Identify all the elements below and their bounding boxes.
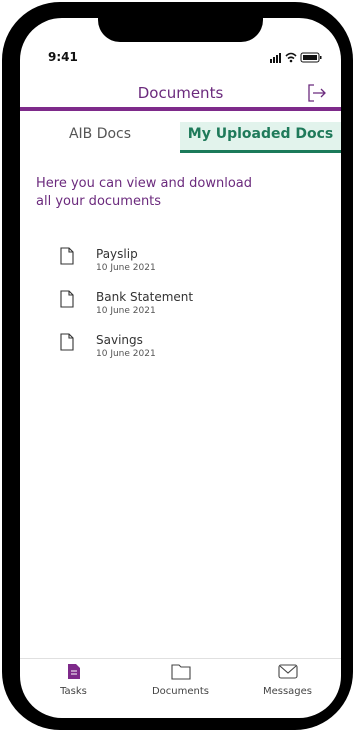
document-date: 10 June 2021 xyxy=(96,306,156,316)
status-icons xyxy=(270,52,322,63)
nav-messages-label: Messages xyxy=(262,686,313,697)
signal-icon xyxy=(270,53,281,63)
battery-icon xyxy=(300,52,322,63)
file-icon xyxy=(60,290,74,308)
document-name: Bank Statement xyxy=(96,290,194,304)
document-date: 10 June 2021 xyxy=(96,263,156,273)
phone-frame: 9:41 Documents AIB Docs My Uploaded Docs… xyxy=(2,2,353,730)
folder-icon xyxy=(170,664,191,680)
header-divider xyxy=(20,107,341,111)
file-icon xyxy=(60,333,74,351)
document-name: Payslip xyxy=(96,247,138,261)
nav-documents-label: Documents xyxy=(151,686,210,697)
nav-tasks-label: Tasks xyxy=(60,686,87,697)
logout-icon[interactable] xyxy=(307,84,327,102)
document-item[interactable]: Bank Statement 10 June 2021 xyxy=(60,290,310,322)
notch xyxy=(98,18,263,42)
phone-screen: 9:41 Documents AIB Docs My Uploaded Docs… xyxy=(20,18,341,718)
mail-icon xyxy=(277,664,298,679)
document-item[interactable]: Savings 10 June 2021 xyxy=(60,333,310,365)
nav-tasks[interactable]: Tasks xyxy=(20,663,127,697)
status-time: 9:41 xyxy=(48,50,78,64)
document-name: Savings xyxy=(96,333,143,347)
tab-my-uploaded-docs[interactable]: My Uploaded Docs xyxy=(180,122,341,153)
nav-documents[interactable]: Documents xyxy=(127,663,234,697)
page-title: Documents xyxy=(137,84,224,102)
intro-text: Here you can view and download all your … xyxy=(36,176,252,209)
file-icon xyxy=(60,247,74,265)
tab-aib-docs[interactable]: AIB Docs xyxy=(20,122,180,154)
tasks-icon xyxy=(67,664,80,679)
nav-messages[interactable]: Messages xyxy=(234,663,341,697)
document-item[interactable]: Payslip 10 June 2021 xyxy=(60,247,310,279)
bottom-nav-divider xyxy=(20,658,341,659)
wifi-icon xyxy=(285,52,297,63)
document-date: 10 June 2021 xyxy=(96,349,156,359)
